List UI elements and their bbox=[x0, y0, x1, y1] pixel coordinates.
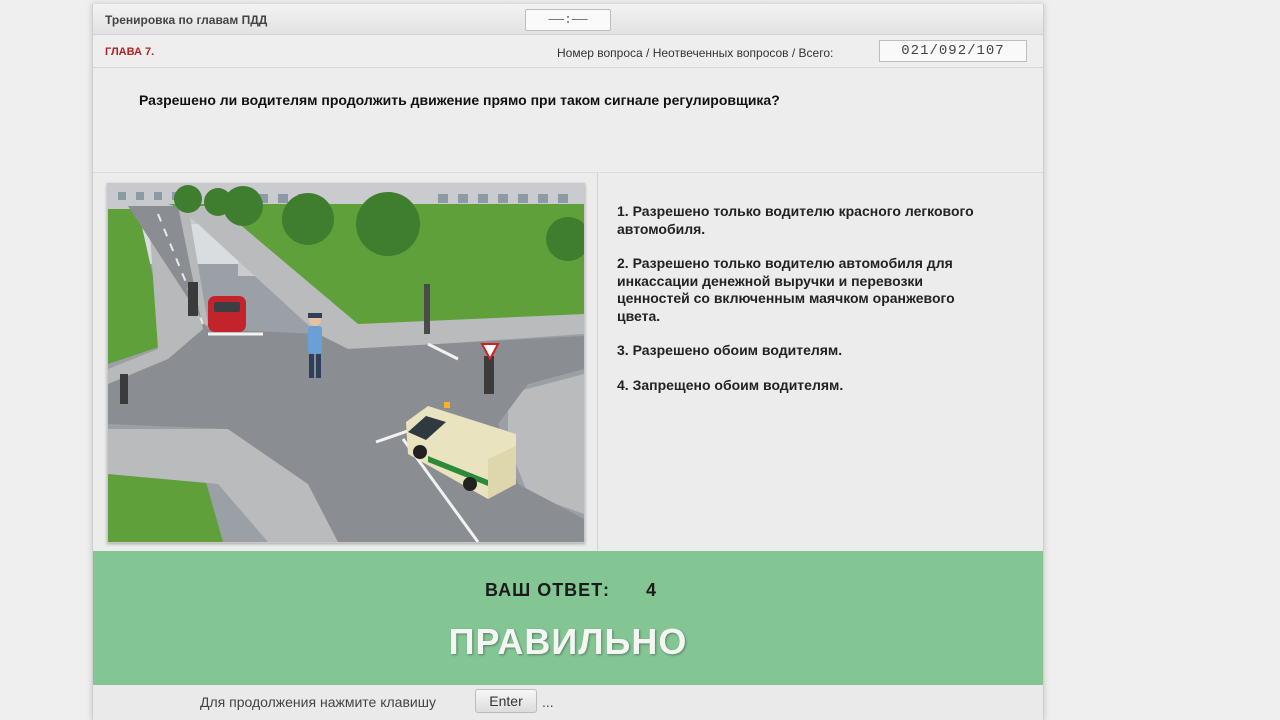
question-counter: 021/092/107 bbox=[879, 40, 1027, 62]
continue-instruction: Для продолжения нажмите клавишу bbox=[200, 694, 436, 710]
question-counter-label: Номер вопроса / Неотвеченных вопросов / … bbox=[557, 46, 834, 60]
content-divider bbox=[597, 173, 598, 551]
your-answer-label: ВАШ ОТВЕТ: bbox=[485, 580, 610, 600]
question-text: Разрешено ли водителям продолжить движен… bbox=[139, 92, 780, 108]
answer-option-3[interactable]: 3. Разрешено обоим водителям. bbox=[617, 342, 1029, 360]
footer-bar: Для продолжения нажмите клавишу Enter ..… bbox=[93, 685, 1043, 720]
continue-ellipsis: ... bbox=[542, 694, 554, 710]
test-window: Тренировка по главам ПДД ——:—— ГЛАВА 7. … bbox=[92, 4, 1044, 720]
answer-option-4[interactable]: 4. Запрещено обоим водителям. bbox=[617, 377, 1029, 395]
app-title: Тренировка по главам ПДД bbox=[105, 13, 268, 27]
title-bar: Тренировка по главам ПДД ——:—— bbox=[93, 4, 1043, 35]
intersection-illustration bbox=[107, 183, 585, 543]
answer-options: 1. Разрешено только водителю красного ле… bbox=[617, 203, 1029, 411]
answer-option-1[interactable]: 1. Разрешено только водителю красного ле… bbox=[617, 203, 1029, 238]
result-panel: ВАШ ОТВЕТ: 4 ПРАВИЛЬНО bbox=[93, 551, 1043, 685]
info-bar: ГЛАВА 7. Номер вопроса / Неотвеченных во… bbox=[93, 35, 1043, 68]
verdict-text: ПРАВИЛЬНО bbox=[448, 621, 688, 662]
enter-key-button[interactable]: Enter bbox=[475, 689, 537, 713]
your-answer-value: 4 bbox=[646, 580, 657, 600]
question-area: Разрешено ли водителям продолжить движен… bbox=[93, 68, 1043, 173]
answer-option-2[interactable]: 2. Разрешено только водителю автомобиля … bbox=[617, 255, 1029, 325]
question-content: 1. Разрешено только водителю красного ле… bbox=[93, 173, 1043, 551]
timer-display: ——:—— bbox=[525, 9, 611, 31]
chapter-label: ГЛАВА 7. bbox=[105, 46, 155, 58]
